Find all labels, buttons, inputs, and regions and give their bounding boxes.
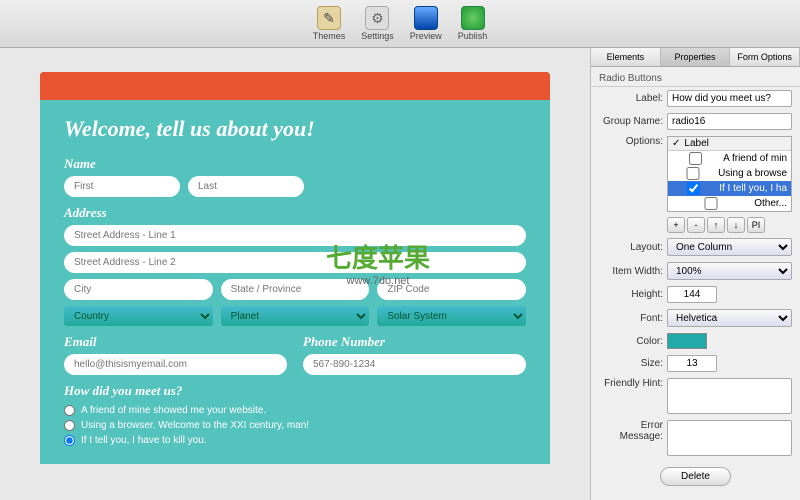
item-width-select[interactable]: 100% [667, 262, 792, 280]
form-title: Welcome, tell us about you! [64, 116, 526, 142]
radio-option-1[interactable]: A friend of mine showed me your website. [64, 403, 526, 418]
meet-label: How did you meet us? [64, 383, 526, 399]
delete-button[interactable]: Delete [660, 467, 731, 486]
app-toolbar: ✎Themes ⚙Settings Preview Publish [0, 0, 800, 48]
panel-tabs: Elements Properties Form Options [591, 48, 800, 67]
prop-group-label: Group Name: [599, 116, 663, 127]
hint-textarea[interactable] [667, 378, 792, 414]
option-row-4[interactable]: Other... [668, 196, 791, 211]
options-list[interactable]: ✓Label A friend of min Using a browse If… [667, 136, 792, 212]
preview-button[interactable]: Preview [410, 6, 442, 41]
globe-icon [461, 6, 485, 30]
publish-button[interactable]: Publish [458, 6, 488, 41]
radio-option-3[interactable]: If I tell you, I have to kill you. [64, 433, 526, 448]
email-input[interactable] [64, 354, 287, 375]
add-option-button[interactable]: + [667, 217, 685, 233]
form-canvas[interactable]: Welcome, tell us about you! Name Address [0, 48, 590, 500]
scallop-header [40, 72, 550, 100]
tab-elements[interactable]: Elements [591, 48, 661, 66]
settings-button[interactable]: ⚙Settings [361, 6, 394, 41]
tab-properties[interactable]: Properties [661, 48, 731, 66]
prop-width-label: Item Width: [599, 266, 663, 277]
move-down-button[interactable]: ↓ [727, 217, 745, 233]
properties-panel: Elements Properties Form Options Radio B… [590, 48, 800, 500]
first-name-input[interactable] [64, 176, 180, 197]
prop-hint-label: Friendly Hint: [599, 378, 663, 389]
error-textarea[interactable] [667, 420, 792, 456]
move-up-button[interactable]: ↑ [707, 217, 725, 233]
zip-input[interactable] [377, 279, 526, 300]
state-input[interactable] [221, 279, 370, 300]
country-select[interactable]: Country [64, 306, 213, 326]
planet-select[interactable]: Planet [221, 306, 370, 326]
options-header: ✓Label [668, 137, 791, 151]
prop-label-label: Label: [599, 93, 663, 104]
solar-select[interactable]: Solar System [377, 306, 526, 326]
prop-height-label: Height: [599, 289, 663, 300]
form-card: Welcome, tell us about you! Name Address [40, 72, 550, 464]
label-input[interactable] [667, 90, 792, 107]
group-name-input[interactable] [667, 113, 792, 130]
phone-input[interactable] [303, 354, 526, 375]
layout-select[interactable]: One Column [667, 238, 792, 256]
option-row-1[interactable]: A friend of min [668, 151, 791, 166]
email-label: Email [64, 334, 287, 350]
height-input[interactable] [667, 286, 717, 303]
address-line1-input[interactable] [64, 225, 526, 246]
city-input[interactable] [64, 279, 213, 300]
option-row-2[interactable]: Using a browse [668, 166, 791, 181]
gear-icon: ⚙ [365, 6, 389, 30]
phone-label: Phone Number [303, 334, 526, 350]
option-row-3[interactable]: If I tell you, I ha [668, 181, 791, 196]
radio-option-2[interactable]: Using a browser. Welcome to the XXI cent… [64, 418, 526, 433]
prop-color-label: Color: [599, 336, 663, 347]
monitor-icon [414, 6, 438, 30]
color-swatch[interactable] [667, 333, 707, 349]
pi-button[interactable]: PI [747, 217, 765, 233]
size-input[interactable] [667, 355, 717, 372]
prop-layout-label: Layout: [599, 242, 663, 253]
name-label: Name [64, 156, 526, 172]
prop-options-label: Options: [599, 136, 663, 147]
prop-error-label: Error Message: [599, 420, 663, 442]
themes-icon: ✎ [317, 6, 341, 30]
themes-button[interactable]: ✎Themes [313, 6, 346, 41]
font-select[interactable]: Helvetica [667, 309, 792, 327]
last-name-input[interactable] [188, 176, 304, 197]
prop-font-label: Font: [599, 313, 663, 324]
remove-option-button[interactable]: - [687, 217, 705, 233]
address-label: Address [64, 205, 526, 221]
address-line2-input[interactable] [64, 252, 526, 273]
prop-size-label: Size: [599, 358, 663, 369]
tab-form-options[interactable]: Form Options [730, 48, 800, 66]
section-title: Radio Buttons [591, 67, 800, 87]
